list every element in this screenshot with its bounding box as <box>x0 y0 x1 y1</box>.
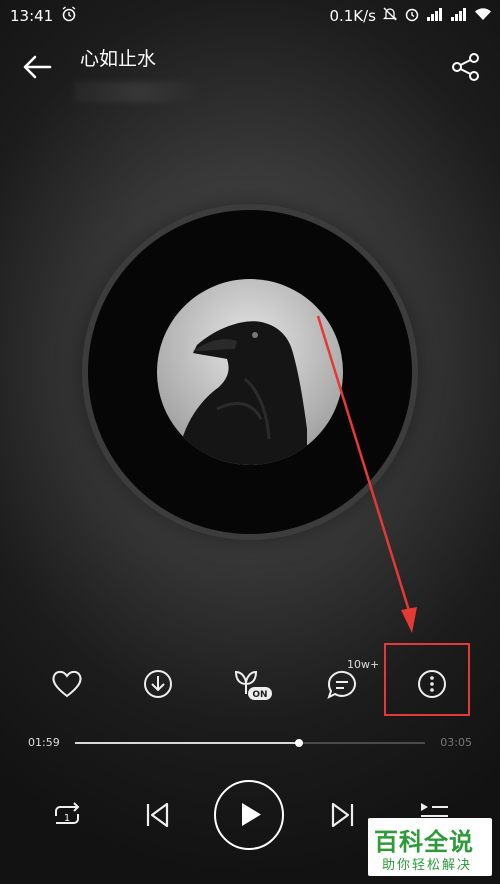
annotation-highlight-box <box>384 643 470 716</box>
watermark-subtitle: 助你轻松解决 <box>382 858 473 873</box>
current-time: 01:59 <box>28 736 60 749</box>
artist-name-blurred <box>74 82 204 102</box>
seek-thumb[interactable] <box>295 739 303 747</box>
play-icon <box>242 803 261 826</box>
progress-bar: 01:59 03:05 <box>0 730 500 754</box>
alarm-icon <box>61 6 77 26</box>
player-header: 心如止水 <box>0 40 500 102</box>
heart-icon[interactable] <box>45 662 89 706</box>
next-icon[interactable] <box>328 800 358 834</box>
play-button[interactable] <box>214 780 284 850</box>
seek-track[interactable] <box>75 739 425 747</box>
back-arrow-icon[interactable] <box>20 52 56 82</box>
share-icon[interactable] <box>450 52 482 82</box>
comment-count: 10w+ <box>347 658 380 671</box>
previous-icon[interactable] <box>142 800 172 834</box>
mute-icon <box>382 6 398 26</box>
seek-fill <box>75 742 299 744</box>
album-cover <box>157 279 343 465</box>
alarm-icon <box>404 6 420 26</box>
svg-text:1: 1 <box>64 813 70 824</box>
sound-effect-icon[interactable]: ON <box>228 662 274 706</box>
net-speed: 0.1K/s <box>329 7 376 25</box>
signal-icon <box>426 7 444 25</box>
signal-icon <box>450 7 468 25</box>
repeat-one-icon[interactable]: 1 <box>48 798 86 836</box>
watermark-title: 百科全说 <box>374 828 474 856</box>
download-icon[interactable] <box>136 662 180 706</box>
status-bar: 13:41 0.1K/s <box>0 0 500 30</box>
watermark-badge: 百科全说 助你轻松解决 <box>368 818 492 876</box>
status-time: 13:41 <box>10 7 54 25</box>
svg-text:ON: ON <box>252 690 267 700</box>
total-time: 03:05 <box>440 736 472 749</box>
wifi-icon <box>474 7 492 25</box>
song-title: 心如止水 <box>80 48 157 70</box>
